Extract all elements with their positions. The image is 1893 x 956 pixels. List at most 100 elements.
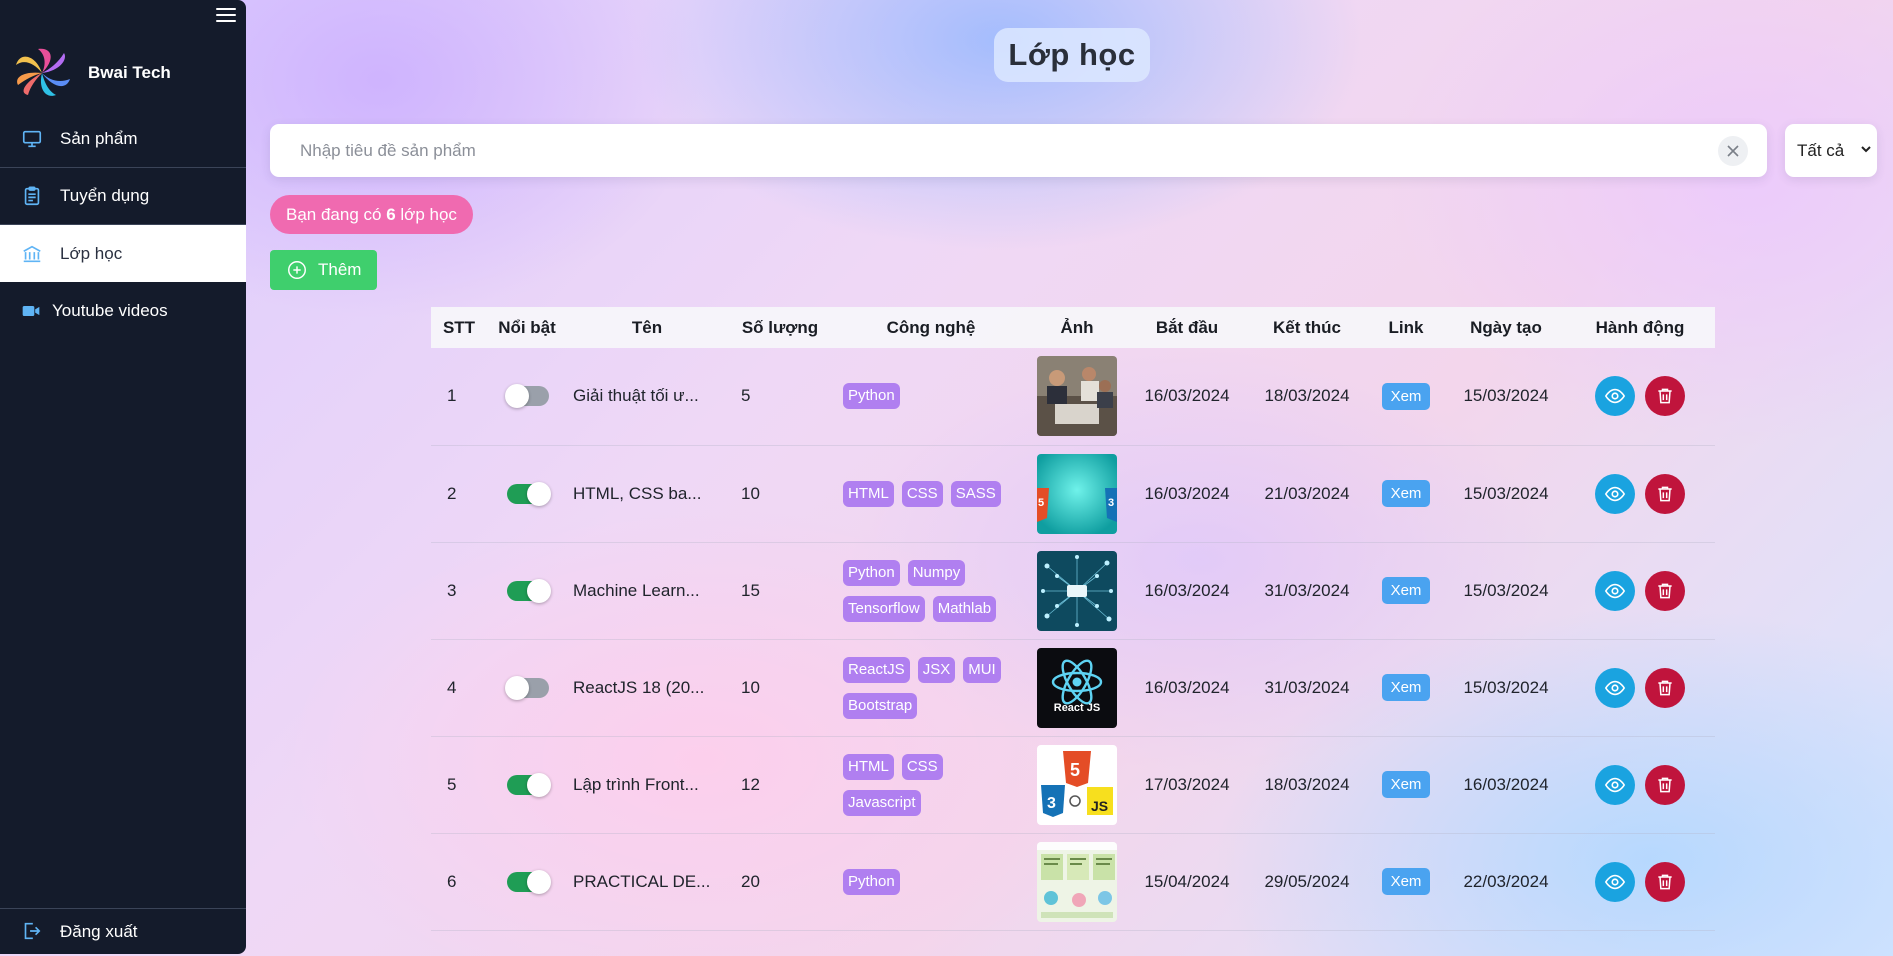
sidebar-item-recruitment[interactable]: Tuyển dụng: [0, 168, 246, 225]
cell-stt: 1: [447, 386, 457, 406]
view-button[interactable]: [1595, 764, 1635, 805]
course-thumbnail[interactable]: [1029, 356, 1125, 437]
view-link-button[interactable]: Xem: [1381, 382, 1431, 410]
cell-name: Lập trình Front...: [573, 774, 699, 794]
delete-button[interactable]: [1645, 861, 1685, 902]
svg-text:3: 3: [1047, 795, 1056, 812]
cell-technologies: ReactJS JSX MUI Bootstrap: [833, 639, 1029, 736]
tech-tag: Numpy: [907, 559, 966, 586]
cell-actions: [1565, 445, 1715, 542]
add-button[interactable]: Thêm: [270, 250, 377, 290]
tech-tag: Mathlab: [932, 595, 997, 622]
cell-actions: [1565, 542, 1715, 639]
tech-tag: Javascript: [843, 789, 921, 816]
image-caption: React JS: [1053, 701, 1101, 714]
featured-toggle[interactable]: [507, 869, 551, 894]
sidebar-item-classes[interactable]: Lớp học: [0, 225, 246, 282]
delete-button[interactable]: [1645, 473, 1685, 514]
cell-link: Xem: [1365, 542, 1447, 639]
cell-created-date: 15/03/2024: [1463, 483, 1549, 503]
filter-select[interactable]: Tất cả: [1785, 124, 1877, 177]
course-thumbnail[interactable]: 5 3 JS: [1029, 744, 1125, 825]
sidebar: Bwai Tech Sản phẩm Tuyển dụng Lớp học Yo…: [0, 0, 246, 954]
column-header[interactable]: Công nghệ: [833, 307, 1029, 348]
add-button-label: Thêm: [318, 260, 362, 279]
trash-icon: [1658, 486, 1672, 501]
cell-quantity: 10: [741, 483, 760, 503]
column-header[interactable]: Ngày tạo: [1447, 307, 1565, 348]
featured-toggle[interactable]: [505, 384, 549, 409]
column-header[interactable]: Link: [1365, 307, 1447, 348]
column-header[interactable]: Hành động: [1565, 307, 1715, 348]
sidebar-item-youtube[interactable]: Youtube videos: [0, 282, 246, 339]
tech-tag-list: Python Numpy Tensorflow Mathlab: [833, 559, 1003, 622]
view-link-button[interactable]: Xem: [1381, 480, 1431, 507]
menu-toggle-icon[interactable]: [216, 6, 236, 24]
cell-stt: 6: [447, 871, 457, 891]
eye-icon: [1604, 486, 1626, 501]
delete-button[interactable]: [1645, 376, 1685, 417]
cell-stt: 3: [447, 580, 457, 600]
cell-name: Giải thuật tối ư...: [573, 386, 699, 406]
view-link-button[interactable]: Xem: [1381, 868, 1431, 895]
tech-tag: Tensorflow: [843, 595, 925, 622]
clear-search-button[interactable]: [1718, 136, 1748, 166]
column-header[interactable]: Kết thúc: [1249, 307, 1365, 348]
column-header[interactable]: Nổi bật: [487, 307, 567, 348]
cell-actions: [1565, 639, 1715, 736]
view-button[interactable]: [1595, 376, 1635, 417]
cell-quantity: 12: [741, 774, 760, 794]
cell-created-date: 15/03/2024: [1463, 580, 1549, 600]
course-thumbnail[interactable]: [1029, 647, 1125, 728]
delete-button[interactable]: [1645, 570, 1685, 611]
cell-actions: [1565, 348, 1715, 445]
tech-tag-list: HTML CSS Javascript: [833, 753, 1003, 816]
cell-actions: [1565, 736, 1715, 833]
view-link-button[interactable]: Xem: [1381, 771, 1431, 798]
course-thumbnail[interactable]: [1029, 841, 1125, 922]
view-button[interactable]: [1595, 570, 1635, 611]
sidebar-item-products[interactable]: Sản phẩm: [0, 111, 246, 168]
sidebar-nav: Sản phẩm Tuyển dụng Lớp học Youtube vide…: [0, 111, 246, 339]
course-thumbnail[interactable]: 53: [1029, 453, 1125, 534]
cell-technologies: HTML CSS Javascript: [833, 736, 1029, 833]
delete-button[interactable]: [1645, 667, 1685, 708]
cell-name: HTML, CSS ba...: [573, 483, 702, 503]
count-prefix: Bạn đang có: [286, 204, 387, 224]
cell-stt: 5: [447, 774, 457, 794]
column-header[interactable]: Số lượng: [727, 307, 833, 348]
column-header[interactable]: Tên: [567, 307, 727, 348]
table-row: 4 ReactJS 18 (20... 10 ReactJS JSX MUI Bootstr…: [431, 639, 1715, 736]
logout-button[interactable]: Đăng xuất: [0, 908, 246, 954]
featured-toggle[interactable]: [505, 675, 549, 700]
monitor-icon: [20, 127, 44, 151]
column-header[interactable]: STT: [431, 307, 487, 348]
cell-image: [1029, 542, 1125, 639]
view-button[interactable]: [1595, 667, 1635, 708]
view-link-button[interactable]: Xem: [1381, 674, 1431, 701]
featured-toggle[interactable]: [507, 772, 551, 797]
search-input[interactable]: [300, 124, 1680, 177]
school-icon: [20, 242, 44, 266]
tech-tag: Bootstrap: [843, 692, 918, 719]
course-thumbnail[interactable]: [1029, 550, 1125, 631]
view-link-button[interactable]: Xem: [1381, 577, 1431, 604]
featured-toggle[interactable]: [507, 578, 551, 603]
chevron-down-icon: [1861, 146, 1871, 153]
cell-stt: 2: [447, 483, 457, 503]
video-camera-icon: [20, 299, 42, 323]
cell-start-date: 16/03/2024: [1144, 483, 1230, 503]
column-header[interactable]: Bắt đầu: [1125, 307, 1249, 348]
cell-name: Machine Learn...: [573, 580, 700, 600]
column-header[interactable]: Ảnh: [1029, 307, 1125, 348]
featured-toggle[interactable]: [507, 481, 551, 506]
view-button[interactable]: [1595, 473, 1635, 514]
brand-logo: [16, 48, 70, 96]
cell-actions: [1565, 833, 1715, 930]
view-button[interactable]: [1595, 861, 1635, 902]
brand[interactable]: Bwai Tech: [12, 47, 171, 99]
trash-icon: [1658, 680, 1672, 695]
cell-stt: 4: [447, 677, 457, 697]
logout-icon: [20, 920, 44, 944]
delete-button[interactable]: [1645, 764, 1685, 805]
